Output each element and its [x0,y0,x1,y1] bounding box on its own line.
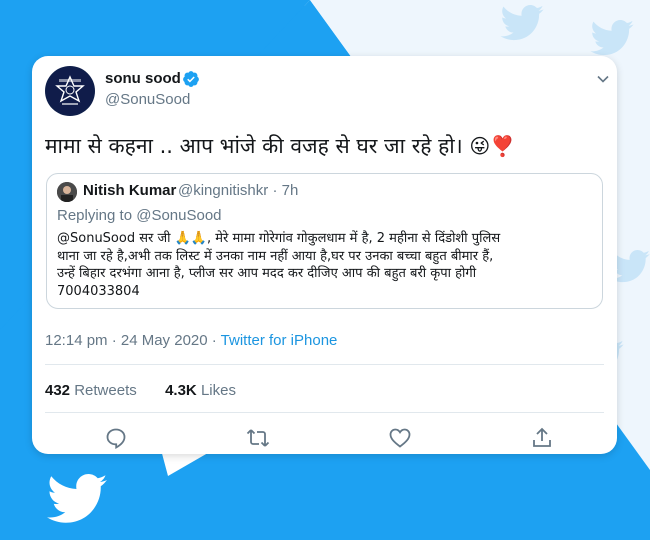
author-handle[interactable]: @SonuSood [105,91,190,108]
quoted-text-line: उन्हें बिहार दरभंगा आना है, प्लीज सर आप … [57,266,477,281]
like-label: Likes [200,382,236,399]
quoted-text-line: @SonuSood सर जी 🙏🙏, मेरे मामा गोरेगांव ग… [57,231,501,246]
quoted-author-name[interactable]: Nitish Kumar [83,182,176,199]
quoted-tweet[interactable]: Nitish Kumar @kingnitishkr · 7h Replying… [46,173,603,309]
share-icon[interactable] [530,426,554,450]
retweet-label: Retweets [74,382,137,399]
retweet-icon[interactable] [246,426,270,450]
background-bird-icon [500,5,544,41]
avatar[interactable] [45,66,95,116]
tweet-text: मामा से कहना .. आप भांजे की वजह से घर जा… [45,132,515,160]
retweets-stat[interactable]: 432 Retweets [45,382,137,399]
tweet-actions [32,426,617,450]
quoted-time: · 7h [272,182,299,199]
tweet-timestamp[interactable]: 12:14 pm · 24 May 2020 [45,332,208,349]
divider [45,412,604,413]
replying-to-prefix: Replying to [57,207,133,224]
quoted-avatar[interactable] [57,182,77,202]
retweet-count: 432 [45,382,71,399]
background-bird-icon [590,20,634,56]
police-badge-logo [47,68,93,114]
quoted-avatar-image [57,182,77,202]
twitter-bird-icon [47,474,107,523]
likes-stat[interactable]: 4.3K Likes [165,382,236,399]
quoted-tweet-text: @SonuSood सर जी 🙏🙏, मेरे मामा गोरेगांव ग… [57,230,597,300]
tweet-text-body: मामा से कहना .. आप भांजे की वजह से घर जा… [45,134,463,158]
quoted-text-line: थाना जा रहे है,अभी तक लिस्ट में उनका नाम… [57,248,494,264]
heart-icon[interactable] [388,426,412,450]
tweet-stats: 432 Retweets 4.3K Likes [45,382,236,399]
chevron-down-icon[interactable] [596,72,610,86]
like-count: 4.3K [165,382,197,399]
tweet-emojis: 😜❣️ [469,134,516,158]
tweet-source-link[interactable]: Twitter for iPhone [221,332,338,349]
verified-badge-icon [183,71,199,87]
tweet-card: sonu sood @SonuSood मामा से कहना .. आप भ… [32,56,617,454]
author-name[interactable]: sonu sood [105,70,181,87]
tweet-meta: 12:14 pm · 24 May 2020 · Twitter for iPh… [45,332,337,349]
replying-to-mention[interactable]: @SonuSood [136,207,221,224]
reply-icon[interactable] [104,426,128,450]
quoted-text-line: 7004033804 [57,283,140,299]
divider [45,364,604,365]
quoted-author-meta: @kingnitishkr · 7h [178,182,298,199]
quoted-author-handle[interactable]: @kingnitishkr [178,182,268,199]
replying-to: Replying to @SonuSood [57,207,222,224]
meta-separator: · [207,332,221,349]
